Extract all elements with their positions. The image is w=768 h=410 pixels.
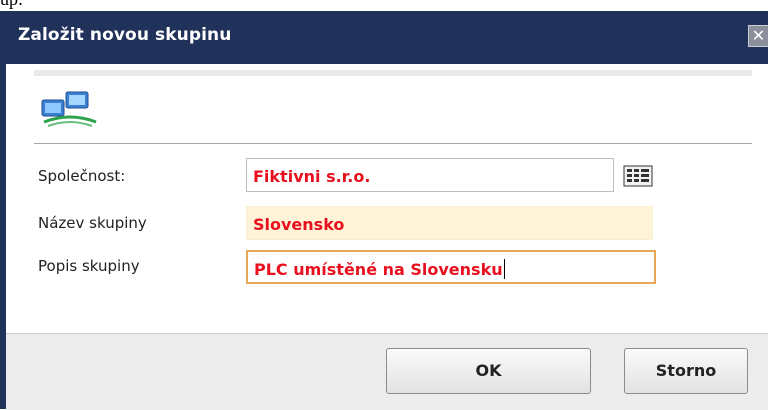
company-field[interactable]: Fiktivni s.r.o. xyxy=(246,158,614,192)
dialog-footer: OK Storno xyxy=(6,333,768,410)
group-description-field[interactable]: PLC umístěné na Slovensku xyxy=(246,250,656,284)
lookup-grid-icon[interactable] xyxy=(623,165,653,187)
group-description-value: PLC umístěné na Slovensku xyxy=(254,260,503,279)
page-caption: up: xyxy=(0,0,23,11)
separator-line xyxy=(34,143,752,144)
group-name-field[interactable]: Slovensko xyxy=(246,206,653,240)
company-label: Společnost: xyxy=(38,167,126,185)
text-caret xyxy=(503,259,505,279)
dialog-title: Založit novou skupinu xyxy=(18,25,232,45)
group-name-label: Název skupiny xyxy=(38,214,147,232)
cancel-button[interactable]: Storno xyxy=(624,348,748,394)
header-strip xyxy=(34,70,752,76)
close-icon: ✕ xyxy=(751,26,766,45)
group-description-label: Popis skupiny xyxy=(38,257,140,275)
dialog-titlebar[interactable]: Založit novou skupinu ✕ xyxy=(6,11,768,61)
ok-button[interactable]: OK xyxy=(386,348,591,394)
dialog-body: Společnost: Fiktivni s.r.o. Název skupin… xyxy=(6,61,768,336)
network-computers-icon xyxy=(41,91,97,127)
create-group-dialog: Založit novou skupinu ✕ Společnost: Fikt… xyxy=(0,11,768,410)
close-button[interactable]: ✕ xyxy=(748,25,768,47)
